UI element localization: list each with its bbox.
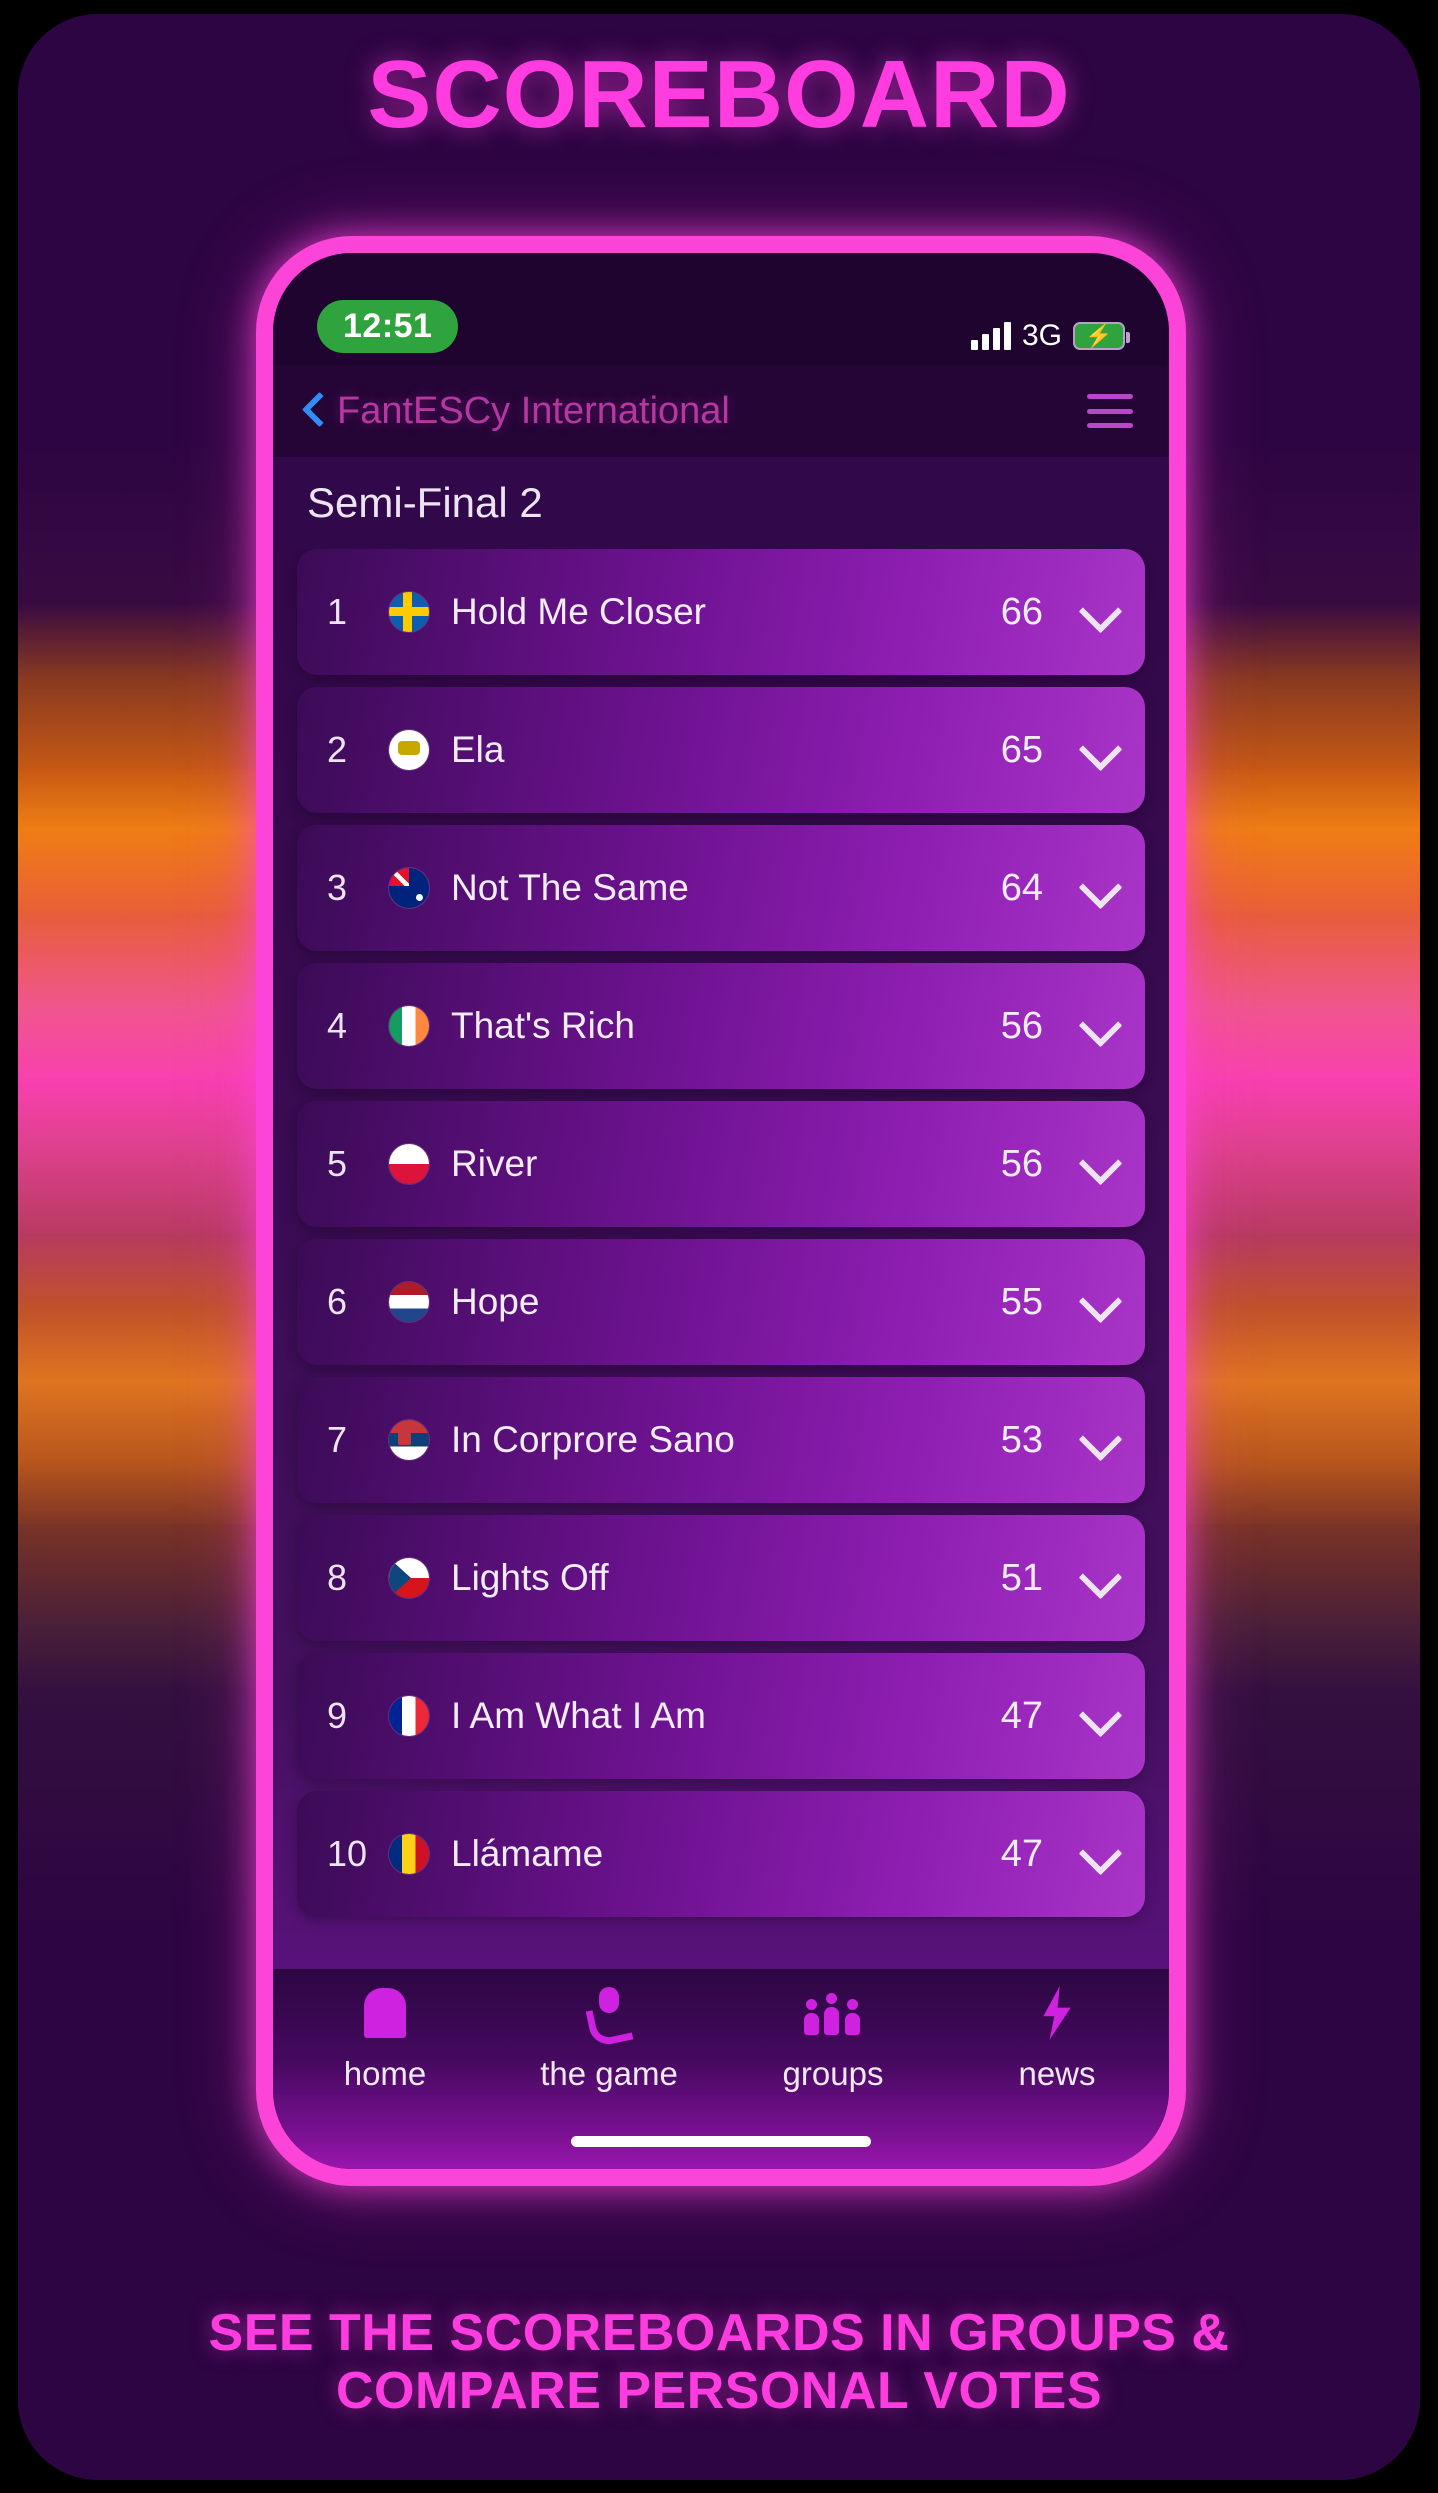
row-rank: 3 bbox=[327, 867, 348, 908]
tab-home[interactable]: home bbox=[273, 1985, 497, 2169]
chevron-down-icon[interactable] bbox=[1079, 730, 1119, 770]
row-score: 47 bbox=[1000, 1832, 1043, 1875]
poster-caption: SEE THE SCOREBOARDS IN GROUPS & COMPARE … bbox=[18, 2304, 1420, 2420]
signal-bars-icon bbox=[970, 322, 1011, 350]
row-score: 55 bbox=[1000, 1280, 1043, 1323]
row-rank: 5 bbox=[327, 1143, 348, 1184]
caption-line-1: SEE THE SCOREBOARDS IN GROUPS & bbox=[208, 2303, 1230, 2362]
tab-label: news bbox=[1018, 2055, 1096, 2092]
chevron-down-icon[interactable] bbox=[1079, 1558, 1119, 1598]
tab-news[interactable]: news bbox=[945, 1985, 1169, 2169]
table-row[interactable]: 10 Llámame 47 bbox=[297, 1791, 1145, 1917]
row-song-title: Not The Same bbox=[451, 867, 689, 908]
table-row[interactable]: 1 Hold Me Closer 66 bbox=[297, 549, 1145, 675]
battery-charging-icon: ⚡ bbox=[1073, 322, 1130, 350]
row-rank: 6 bbox=[327, 1281, 348, 1322]
table-row[interactable]: 6 Hope 55 bbox=[297, 1239, 1145, 1365]
flag-czechia bbox=[389, 1558, 429, 1598]
tab-label: home bbox=[343, 2055, 427, 2092]
row-score: 65 bbox=[1000, 728, 1043, 771]
microphone-icon bbox=[585, 1985, 633, 2041]
section-title: Semi-Final 2 bbox=[273, 457, 1169, 549]
row-rank: 8 bbox=[327, 1557, 348, 1598]
flag-poland bbox=[389, 1144, 429, 1184]
table-row[interactable]: 8 Lights Off 51 bbox=[297, 1515, 1145, 1641]
table-row[interactable]: 7 In Corprore Sano 53 bbox=[297, 1377, 1145, 1503]
app-nav-bar: FantESCy International bbox=[273, 365, 1169, 457]
table-row[interactable]: 5 River 56 bbox=[297, 1101, 1145, 1227]
scoreboard-list: 1 Hold Me Closer 66 2 Ela 65 3 Not The S… bbox=[273, 549, 1169, 1969]
table-row[interactable]: 9 I Am What I Am 47 bbox=[297, 1653, 1145, 1779]
chevron-down-icon[interactable] bbox=[1079, 1006, 1119, 1046]
row-rank: 10 bbox=[327, 1833, 368, 1874]
home-icon bbox=[364, 1985, 406, 2041]
chevron-down-icon[interactable] bbox=[1079, 1282, 1119, 1322]
table-row[interactable]: 2 Ela 65 bbox=[297, 687, 1145, 813]
poster-card: SCOREBOARD 12:51 3G ⚡ FantESCy Internati… bbox=[18, 14, 1420, 2480]
tab-label: the game bbox=[540, 2055, 678, 2092]
row-song-title: River bbox=[451, 1143, 538, 1184]
tab-label: groups bbox=[782, 2055, 884, 2092]
flag-serbia bbox=[389, 1420, 429, 1460]
row-song-title: I Am What I Am bbox=[451, 1695, 706, 1736]
home-indicator[interactable] bbox=[571, 2136, 871, 2147]
row-score: 51 bbox=[1000, 1556, 1043, 1599]
status-time: 12:51 bbox=[317, 300, 459, 353]
row-song-title: Lights Off bbox=[451, 1557, 609, 1598]
chevron-down-icon[interactable] bbox=[1079, 592, 1119, 632]
row-rank: 1 bbox=[327, 591, 348, 632]
flag-netherlands bbox=[389, 1282, 429, 1322]
row-rank: 4 bbox=[327, 1005, 348, 1046]
lightning-bolt-icon bbox=[1040, 1985, 1074, 2041]
flag-australia bbox=[389, 868, 429, 908]
table-row[interactable]: 3 Not The Same 64 bbox=[297, 825, 1145, 951]
row-song-title: Hold Me Closer bbox=[451, 591, 706, 632]
page-title: SCOREBOARD bbox=[367, 41, 1071, 148]
chevron-down-icon[interactable] bbox=[1079, 1144, 1119, 1184]
nav-title: FantESCy International bbox=[337, 389, 730, 432]
row-song-title: That's Rich bbox=[451, 1005, 635, 1046]
phone-screen: 12:51 3G ⚡ FantESCy International Semi-F… bbox=[273, 253, 1169, 2169]
table-row[interactable]: 4 That's Rich 56 bbox=[297, 963, 1145, 1089]
row-song-title: Hope bbox=[451, 1281, 540, 1322]
back-chevron-icon[interactable] bbox=[301, 391, 325, 431]
row-song-title: Ela bbox=[451, 729, 505, 770]
network-type-label: 3G bbox=[1021, 319, 1062, 352]
chevron-down-icon[interactable] bbox=[1079, 1696, 1119, 1736]
row-score: 53 bbox=[1000, 1418, 1043, 1461]
chevron-down-icon[interactable] bbox=[1079, 868, 1119, 908]
row-score: 56 bbox=[1000, 1004, 1043, 1047]
caption-line-2: COMPARE PERSONAL VOTES bbox=[335, 2361, 1103, 2420]
phone-frame: 12:51 3G ⚡ FantESCy International Semi-F… bbox=[256, 236, 1186, 2186]
row-song-title: In Corprore Sano bbox=[451, 1419, 735, 1460]
flag-romania bbox=[389, 1834, 429, 1874]
row-rank: 7 bbox=[327, 1419, 348, 1460]
flag-sweden bbox=[389, 592, 429, 632]
row-score: 64 bbox=[1000, 866, 1043, 909]
flag-france bbox=[389, 1696, 429, 1736]
flag-cyprus bbox=[389, 730, 429, 770]
chevron-down-icon[interactable] bbox=[1079, 1834, 1119, 1874]
flag-ireland bbox=[389, 1006, 429, 1046]
people-group-icon bbox=[802, 1985, 864, 2041]
row-score: 56 bbox=[1000, 1142, 1043, 1185]
row-rank: 9 bbox=[327, 1695, 348, 1736]
status-indicators: 3G ⚡ bbox=[970, 319, 1130, 353]
row-song-title: Llámame bbox=[451, 1833, 604, 1874]
row-score: 47 bbox=[1000, 1694, 1043, 1737]
status-bar: 12:51 3G ⚡ bbox=[273, 253, 1169, 365]
row-score: 66 bbox=[1000, 590, 1043, 633]
hamburger-menu-icon[interactable] bbox=[1087, 394, 1133, 428]
row-rank: 2 bbox=[327, 729, 348, 770]
chevron-down-icon[interactable] bbox=[1079, 1420, 1119, 1460]
